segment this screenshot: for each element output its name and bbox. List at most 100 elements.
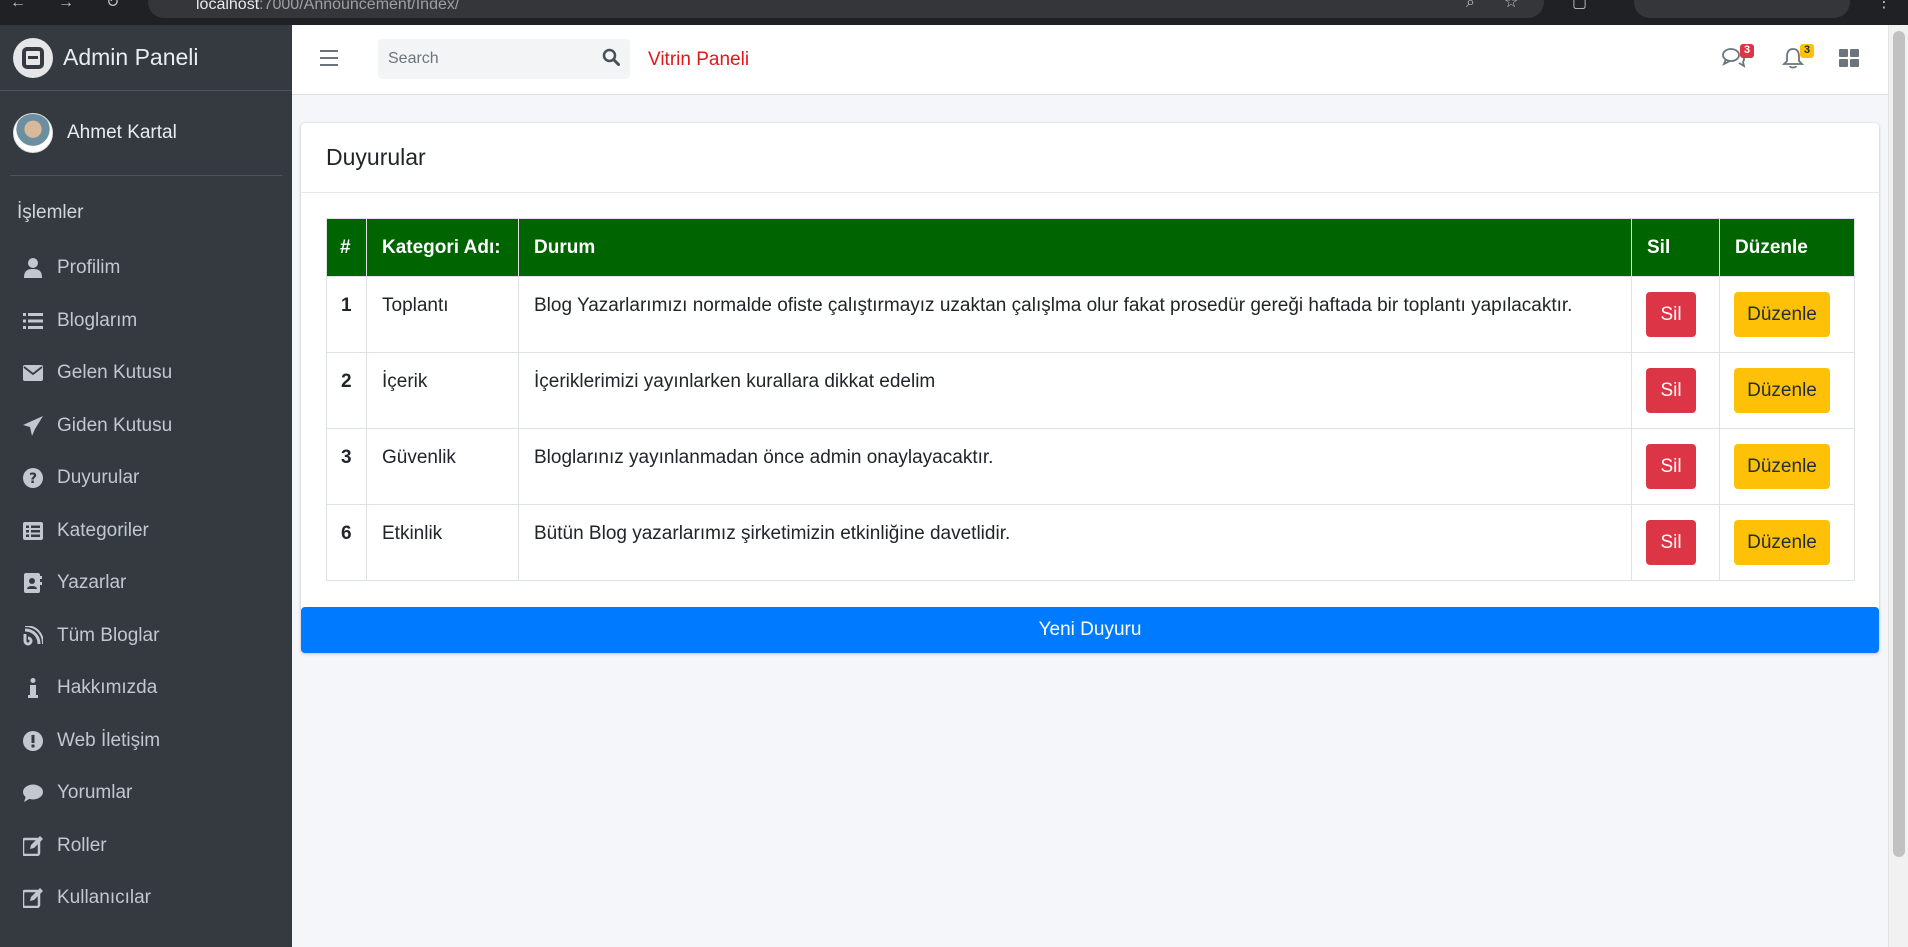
sidebar-item-duyurular[interactable]: ? Duyurular xyxy=(0,452,292,505)
info-icon xyxy=(22,677,44,699)
forward-icon[interactable]: → xyxy=(58,0,74,11)
sidebar-item-roller[interactable]: Roller xyxy=(0,820,292,873)
sidebar-item-label: Tüm Bloglar xyxy=(57,624,160,646)
edit-button[interactable]: Düzenle xyxy=(1734,292,1830,337)
address-book-icon xyxy=(22,572,44,594)
table-row: 6 Etkinlik Bütün Blog yazarlarımız şirke… xyxy=(326,504,1855,581)
notifications-badge: 3 xyxy=(1800,44,1814,58)
sidebar-item-profilim[interactable]: Profilim xyxy=(0,242,292,295)
delete-button[interactable]: Sil xyxy=(1646,444,1696,489)
sidebar-item-label: Profilim xyxy=(57,257,121,279)
page-scrollbar[interactable] xyxy=(1888,25,1908,947)
edit-cell: Düzenle xyxy=(1719,276,1855,353)
top-navbar: Vitrin Paneli 3 3 xyxy=(292,25,1888,95)
announcements-table: # Kategori Adı: Durum Sil Düzenle 1 Topl… xyxy=(326,218,1855,581)
edit-cell: Düzenle xyxy=(1719,504,1855,581)
reload-icon[interactable]: ↻ xyxy=(106,0,122,11)
sidebar-item-label: Hakkımızda xyxy=(57,677,158,699)
delete-button[interactable]: Sil xyxy=(1646,292,1696,337)
delete-cell: Sil xyxy=(1631,428,1720,505)
row-status: İçeriklerimizi yayınlarken kurallara dik… xyxy=(518,352,1632,429)
messages-button[interactable]: 3 xyxy=(1722,44,1754,73)
delete-button[interactable]: Sil xyxy=(1646,368,1696,413)
row-status: Bloglarınız yayınlanmadan önce admin ona… xyxy=(518,428,1632,505)
edit-cell: Düzenle xyxy=(1719,352,1855,429)
th-large-icon xyxy=(1839,49,1859,67)
table-header-row: # Kategori Adı: Durum Sil Düzenle xyxy=(326,218,1855,277)
page-title: Duyurular xyxy=(326,144,426,170)
sidebar-item-giden-kutusu[interactable]: Giden Kutusu xyxy=(0,400,292,453)
delete-button[interactable]: Sil xyxy=(1646,520,1696,565)
row-status: Bütün Blog yazarlarımız şirketimizin etk… xyxy=(518,504,1632,581)
vitrin-panel-link[interactable]: Vitrin Paneli xyxy=(648,49,749,71)
address-bar-text[interactable]: localhost:7000/Announcement/Index/ xyxy=(196,0,459,14)
user-panel[interactable]: Ahmet Kartal xyxy=(10,91,282,176)
sidebar-item-label: Kategoriler xyxy=(57,519,149,541)
list-icon xyxy=(22,310,44,332)
search-icon[interactable] xyxy=(602,48,624,70)
sidebar-nav: Profilim Bloglarım Gelen Kutusu Giden Ku… xyxy=(0,242,292,925)
edit-cell: Düzenle xyxy=(1719,428,1855,505)
delete-cell: Sil xyxy=(1631,352,1720,429)
row-category: Etkinlik xyxy=(366,504,519,581)
sidebar-item-web-iletisim[interactable]: Web İletişim xyxy=(0,715,292,768)
brand-text: Admin Paneli xyxy=(63,44,199,70)
edit-button[interactable]: Düzenle xyxy=(1734,444,1830,489)
row-id: 6 xyxy=(326,504,367,581)
user-name[interactable]: Ahmet Kartal xyxy=(67,122,177,144)
sidebar-item-label: Gelen Kutusu xyxy=(57,362,173,384)
sidebar-item-hakkimizda[interactable]: Hakkımızda xyxy=(0,662,292,715)
edit-icon xyxy=(22,835,44,857)
back-icon[interactable]: ← xyxy=(10,0,26,11)
row-id: 3 xyxy=(326,428,367,505)
notifications-button[interactable]: 3 xyxy=(1781,44,1814,73)
sidebar-item-yazarlar[interactable]: Yazarlar xyxy=(0,557,292,610)
card-header: Duyurular xyxy=(301,123,1879,193)
user-icon xyxy=(22,257,44,279)
sidebar-item-label: Yorumlar xyxy=(57,782,133,804)
extensions-icon[interactable]: ▢ xyxy=(1572,0,1588,11)
url-host: localhost xyxy=(196,0,260,13)
menu-toggle-icon[interactable] xyxy=(320,50,338,66)
sidebar-item-label: Giden Kutusu xyxy=(57,414,173,436)
sidebar: Admin Paneli Ahmet Kartal İşlemler Profi… xyxy=(0,25,292,947)
sidebar-item-kullanicilar[interactable]: Kullanıcılar xyxy=(0,872,292,925)
sidebar-item-bloglarim[interactable]: Bloglarım xyxy=(0,295,292,348)
announcements-table-wrapper: # Kategori Adı: Durum Sil Düzenle 1 Topl… xyxy=(326,218,1855,581)
column-header-delete: Sil xyxy=(1631,218,1720,277)
table-row: 1 Toplantı Blog Yazarlarımızı normalde o… xyxy=(326,276,1855,353)
search-input[interactable] xyxy=(378,39,592,79)
sidebar-item-label: Kullanıcılar xyxy=(57,887,151,909)
edit-button[interactable]: Düzenle xyxy=(1734,520,1830,565)
sidebar-item-yorumlar[interactable]: Yorumlar xyxy=(0,767,292,820)
sidebar-item-label: Roller xyxy=(57,834,107,856)
table-row: 2 İçerik İçeriklerimizi yayınlarken kura… xyxy=(326,352,1855,429)
sidebar-item-label: Duyurular xyxy=(57,467,140,489)
apps-grid-button[interactable] xyxy=(1838,47,1864,73)
edit-button[interactable]: Düzenle xyxy=(1734,368,1830,413)
edit-icon xyxy=(22,887,44,909)
sidebar-item-label: Yazarlar xyxy=(57,572,127,594)
browser-menu-icon[interactable]: ⋮ xyxy=(1876,0,1892,11)
sidebar-item-label: Web İletişim xyxy=(57,729,161,751)
paper-plane-icon xyxy=(22,415,44,437)
sidebar-item-kategoriler[interactable]: Kategoriler xyxy=(0,505,292,558)
zoom-icon[interactable]: ⌕ xyxy=(1466,0,1482,11)
sidebar-item-tum-bloglar[interactable]: Tüm Bloglar xyxy=(0,610,292,663)
delete-cell: Sil xyxy=(1631,276,1720,353)
row-id: 2 xyxy=(326,352,367,429)
scrollbar-thumb[interactable] xyxy=(1893,31,1905,857)
new-announcement-button[interactable]: Yeni Duyuru xyxy=(301,607,1879,653)
url-path: :7000/Announcement/Index/ xyxy=(259,0,460,13)
column-header-id: # xyxy=(326,218,367,277)
profile-button[interactable] xyxy=(1634,0,1850,18)
envelope-icon xyxy=(22,362,44,384)
column-header-category: Kategori Adı: xyxy=(366,218,519,277)
question-circle-icon: ? xyxy=(22,467,44,489)
avatar xyxy=(13,113,53,153)
sidebar-item-label: Bloglarım xyxy=(57,309,138,331)
bookmark-star-icon[interactable]: ☆ xyxy=(1504,0,1520,11)
row-status: Blog Yazarlarımızı normalde ofiste çalış… xyxy=(518,276,1632,353)
sidebar-item-gelen-kutusu[interactable]: Gelen Kutusu xyxy=(0,347,292,400)
brand-link[interactable]: Admin Paneli xyxy=(0,25,292,91)
